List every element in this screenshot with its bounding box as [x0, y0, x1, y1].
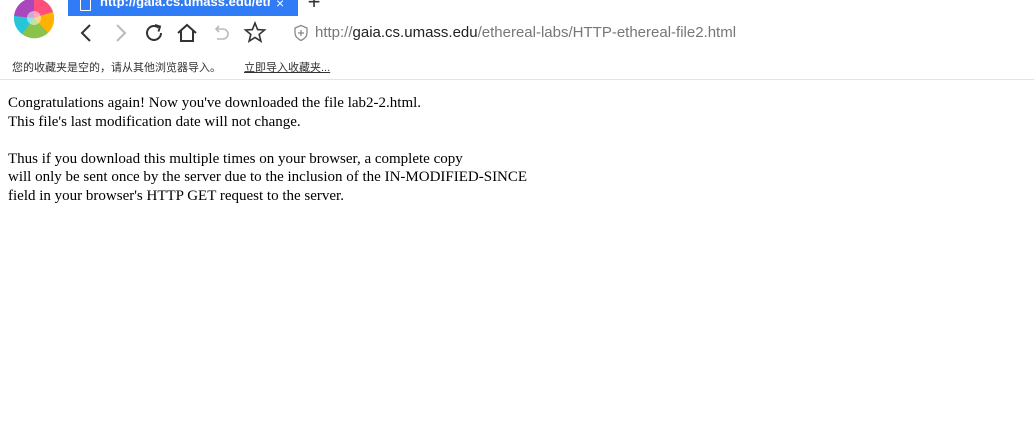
navigation-bar: http://gaia.cs.umass.edu/ethereal-labs/H…: [0, 16, 1034, 50]
back-icon: [80, 24, 91, 42]
forward-icon: [116, 24, 127, 42]
page-content: Congratulations again! Now you've downlo…: [8, 94, 1018, 205]
url-host: gaia.cs.umass.edu: [352, 24, 478, 41]
new-tab-button[interactable]: +: [304, 0, 324, 13]
content-line: will only be sent once by the server due…: [8, 169, 528, 185]
content-line: Congratulations again! Now you've downlo…: [8, 95, 422, 111]
content-line: This file's last modification date will …: [8, 113, 301, 130]
home-button[interactable]: [174, 20, 200, 46]
undo-icon: [214, 25, 229, 40]
bookmarks-empty-notice: 您的收藏夹是空的，请从其他浏览器导入。: [12, 62, 221, 74]
import-bookmarks-link[interactable]: 立即导入收藏夹...: [244, 59, 330, 75]
home-icon: [177, 23, 197, 42]
content-line: field in your browser's HTTP GET request…: [8, 187, 344, 204]
shield-icon[interactable]: [292, 24, 310, 42]
forward-button[interactable]: [107, 20, 133, 46]
back-button[interactable]: [74, 20, 100, 46]
url-path: /ethereal-labs/HTTP-ethereal-file2.html: [477, 24, 737, 41]
address-bar[interactable]: http://gaia.cs.umass.edu/ethereal-labs/H…: [290, 16, 1020, 50]
refresh-button[interactable]: [141, 20, 167, 46]
star-icon: [243, 20, 267, 43]
tab-active[interactable]: http://gaia.cs.umass.edu/ethereal-labs/H…: [68, 0, 298, 16]
tab-page-icon: [80, 0, 91, 11]
tab-strip: http://gaia.cs.umass.edu/ethereal-labs/H…: [68, 0, 1034, 16]
bookmarks-bar: 您的收藏夹是空的，请从其他浏览器导入。 立即导入收藏夹...: [0, 52, 1034, 80]
undo-button[interactable]: [208, 20, 234, 46]
refresh-icon: [146, 24, 162, 41]
content-line: Thus if you download this multiple times…: [8, 150, 463, 167]
url-scheme: http://: [315, 24, 353, 41]
tab-title: http://gaia.cs.umass.edu/ethereal-labs/H…: [100, 0, 270, 8]
bookmark-star-button[interactable]: [242, 20, 268, 46]
address-url[interactable]: http://gaia.cs.umass.edu/ethereal-labs/H…: [315, 24, 736, 42]
tab-close-icon[interactable]: ×: [276, 0, 284, 10]
browser-chrome: http://gaia.cs.umass.edu/ethereal-labs/H…: [0, 0, 1034, 80]
